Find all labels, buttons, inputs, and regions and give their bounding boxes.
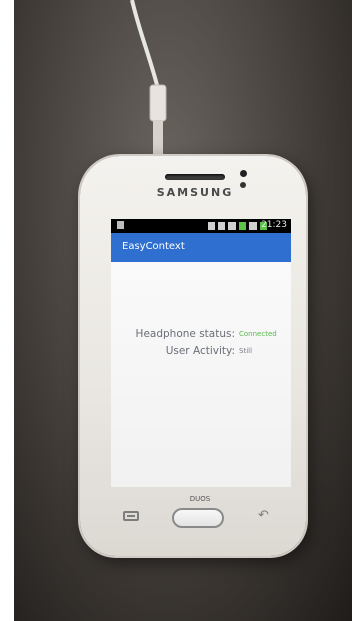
notification-icon [117,221,124,229]
sim-icon [239,222,246,230]
signal-icon [249,222,257,230]
app-bar: EasyContext [111,233,291,262]
headphone-status-value: Connected [239,330,277,338]
proximity-sensor [240,182,246,188]
phone-device: SAMSUNG 21:23 EasyContext Headphone stat… [80,156,306,556]
earpiece-speaker [165,174,225,180]
image-icon [208,222,215,230]
duos-badge: DUOS [189,495,211,503]
app-title: EasyContext [122,241,185,252]
front-camera [240,170,247,177]
user-activity-value: Still [239,347,253,355]
photo-background: SAMSUNG 21:23 EasyContext Headphone stat… [14,0,352,621]
user-activity-label: User Activity: [165,345,235,357]
status-bar: 21:23 [111,219,291,233]
phone-screen: 21:23 EasyContext Headphone status: Conn… [111,219,291,487]
home-button[interactable] [172,508,224,528]
headphone-status-label: Headphone status: [135,328,235,340]
user-activity-row: User Activity: Still [111,345,291,361]
back-icon[interactable]: ↶ [258,508,274,524]
brand-logo: SAMSUNG [156,186,234,199]
alarm-icon [218,222,225,230]
headphone-status-row: Headphone status: Connected [111,328,291,344]
menu-button[interactable] [123,511,139,521]
wifi-icon [228,222,236,230]
status-clock: 21:23 [261,220,287,230]
app-content: Headphone status: Connected User Activit… [111,262,291,487]
